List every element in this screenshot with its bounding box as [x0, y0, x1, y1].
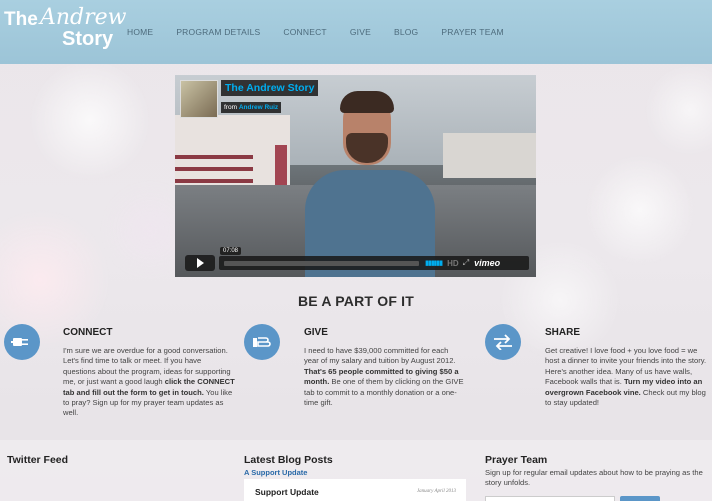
prayer-signup-button[interactable] [620, 496, 660, 501]
nav-home[interactable]: HOME [127, 27, 153, 37]
hd-toggle[interactable]: HD [447, 259, 459, 268]
video-title-texts: The Andrew Story from Andrew Ruiz [221, 80, 319, 118]
blog-post-card[interactable]: Support Update January April 2013 [244, 479, 466, 501]
give-text-1: I need to have $39,000 committed for eac… [304, 346, 456, 366]
main-nav: HOME PROGRAM DETAILS CONNECT GIVE BLOG P… [127, 27, 527, 37]
fullscreen-icon[interactable]: ⤢ [463, 258, 469, 268]
prayer-email-input[interactable] [485, 496, 615, 501]
hand-icon-svg [253, 337, 271, 347]
play-icon [196, 258, 204, 268]
volume-icon[interactable]: ▮▮▮▮▮▮ [425, 259, 443, 267]
video-frame-person-hair [340, 91, 394, 113]
video-control-bar: ▮▮▮▮▮▮ HD ⤢ vimeo [219, 256, 529, 270]
nav-prayer-team[interactable]: PRAYER TEAM [441, 27, 503, 37]
logo-the: The [4, 9, 38, 30]
site-header: The Andrew Story HOME PROGRAM DETAILS CO… [0, 0, 712, 64]
nav-program-details[interactable]: PROGRAM DETAILS [176, 27, 260, 37]
logo-story: Story [62, 28, 114, 50]
vimeo-logo[interactable]: vimeo [474, 258, 500, 268]
video-timestamp: 07:08 [220, 247, 242, 255]
author-avatar[interactable] [180, 80, 218, 118]
video-frame-stripe [175, 167, 253, 171]
video-byline: from Andrew Ruiz [221, 102, 282, 113]
share-arrows-icon-svg [494, 334, 512, 350]
nav-give[interactable]: GIVE [350, 27, 371, 37]
video-player[interactable]: The Andrew Story from Andrew Ruiz 07:08 … [175, 75, 536, 277]
video-frame-stripe [175, 155, 253, 159]
video-from-label: from [224, 104, 237, 111]
twitter-feed-title: Twitter Feed [7, 454, 69, 466]
video-progress-track[interactable] [224, 260, 419, 266]
section-heading: BE A PART OF IT [297, 293, 415, 309]
video-author-link[interactable]: Andrew Ruiz [239, 104, 278, 111]
hand-icon [244, 324, 280, 360]
plug-icon [4, 324, 40, 360]
connect-text: I'm sure we are overdue for a good conve… [63, 346, 235, 419]
nav-connect[interactable]: CONNECT [283, 27, 326, 37]
prayer-team-title: Prayer Team [485, 454, 548, 466]
plug-icon-svg [11, 338, 28, 346]
blog-post-link[interactable]: A Support Update [244, 468, 307, 477]
video-frame-building [443, 133, 536, 178]
site-logo[interactable]: The Andrew Story [4, 4, 127, 54]
give-title: GIVE [304, 327, 328, 338]
nav-blog[interactable]: BLOG [394, 27, 418, 37]
give-text: I need to have $39,000 committed for eac… [304, 346, 464, 408]
prayer-team-text: Sign up for regular email updates about … [485, 468, 703, 488]
share-title: SHARE [545, 327, 581, 338]
video-frame-stripe [175, 179, 253, 183]
video-title[interactable]: The Andrew Story [221, 80, 319, 96]
blog-posts-title: Latest Blog Posts [244, 454, 333, 466]
share-text: Get creative! I love food + you love foo… [545, 346, 707, 408]
play-button[interactable] [185, 255, 215, 271]
share-arrows-icon [485, 324, 521, 360]
connect-title: CONNECT [63, 327, 113, 338]
video-title-box: The Andrew Story from Andrew Ruiz [180, 80, 319, 118]
logo-andrew: Andrew [40, 5, 127, 30]
video-controls: ▮▮▮▮▮▮ HD ⤢ vimeo [185, 255, 530, 271]
blog-card-date: January April 2013 [416, 489, 456, 494]
blog-card-title[interactable]: Support Update [255, 487, 319, 497]
